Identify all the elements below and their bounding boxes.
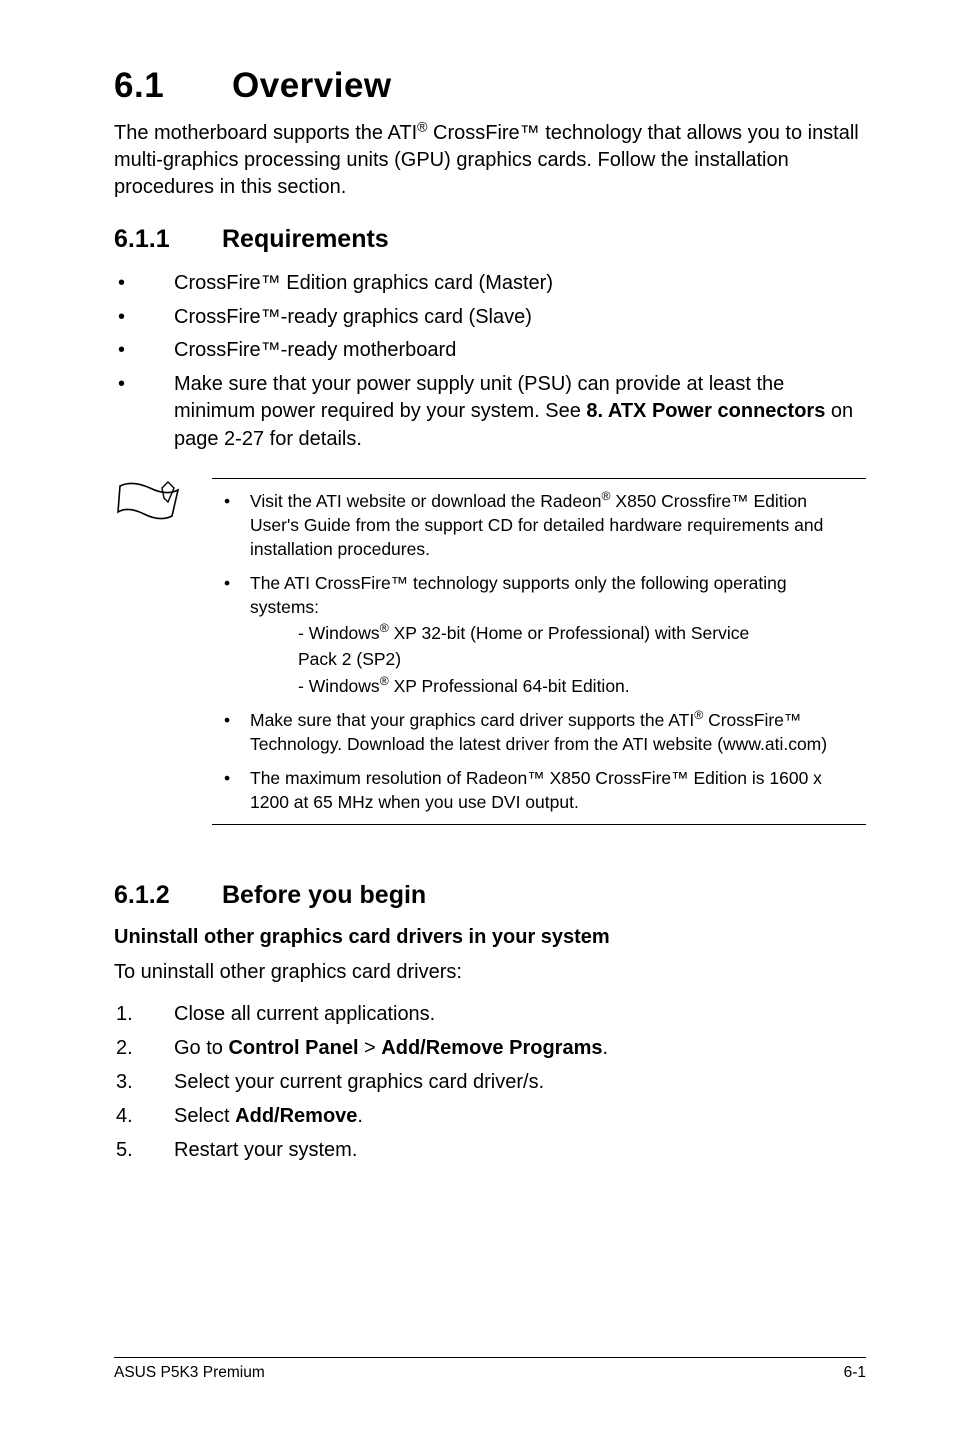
bold-text: Control Panel <box>228 1037 358 1059</box>
subsection-number: 6.1.2 <box>114 881 222 910</box>
intro-pre: The motherboard supports the ATI <box>114 122 417 144</box>
registered-mark: ® <box>417 118 427 134</box>
registered-mark: ® <box>602 489 611 503</box>
registered-mark: ® <box>694 708 703 722</box>
note-list: Visit the ATI website or download the Ra… <box>212 489 860 815</box>
subsection-title: Requirements <box>222 225 389 253</box>
page: 6.1Overview The motherboard supports the… <box>0 0 954 1438</box>
step-item: Go to Control Panel > Add/Remove Program… <box>114 1034 866 1062</box>
section-title: Overview <box>232 66 392 105</box>
note-subitem: Pack 2 (SP2) <box>250 647 860 671</box>
registered-mark: ® <box>380 621 389 635</box>
step-item: Select your current graphics card driver… <box>114 1068 866 1096</box>
note-text: Pack 2 (SP2) <box>298 649 401 669</box>
steps-list: Close all current applications. Go to Co… <box>114 1000 866 1164</box>
step-text: . <box>357 1105 363 1127</box>
requirements-list: CrossFire™ Edition graphics card (Master… <box>114 270 866 454</box>
note-item: Make sure that your graphics card driver… <box>212 708 860 756</box>
sub-subheading: Uninstall other graphics card drivers in… <box>114 926 866 949</box>
list-item: CrossFire™-ready motherboard <box>114 337 866 365</box>
subsection-heading: 6.1.1Requirements <box>114 225 866 254</box>
list-item: CrossFire™ Edition graphics card (Master… <box>114 270 866 298</box>
step-text: . <box>602 1037 608 1059</box>
intro-paragraph: The motherboard supports the ATI® CrossF… <box>114 120 866 201</box>
note-item: Visit the ATI website or download the Ra… <box>212 489 860 561</box>
note-item: The maximum resolution of Radeon™ X850 C… <box>212 766 860 814</box>
registered-mark: ® <box>380 674 389 688</box>
footer-right: 6-1 <box>844 1364 866 1382</box>
list-item: Make sure that your power supply unit (P… <box>114 371 866 454</box>
note-text: Make sure that your graphics card driver… <box>250 710 694 730</box>
step-item: Restart your system. <box>114 1136 866 1164</box>
list-item: CrossFire™-ready graphics card (Slave) <box>114 304 866 332</box>
page-title: 6.1Overview <box>114 66 866 106</box>
note-icon <box>114 478 184 524</box>
bold-ref: 8. ATX Power connectors <box>586 400 825 422</box>
note-text: The ATI CrossFire™ technology supports o… <box>250 573 787 617</box>
lead-text: To uninstall other graphics card drivers… <box>114 959 866 986</box>
list-text: CrossFire™-ready graphics card (Slave) <box>174 306 532 328</box>
note-text: XP Professional 64-bit Edition. <box>389 676 630 696</box>
note-text: - Windows <box>298 676 380 696</box>
subsection-title: Before you begin <box>222 881 426 909</box>
step-text: Restart your system. <box>174 1139 357 1161</box>
note-text: Visit the ATI website or download the Ra… <box>250 491 602 511</box>
step-text: Select your current graphics card driver… <box>174 1071 544 1093</box>
note-text: - Windows <box>298 623 380 643</box>
step-item: Close all current applications. <box>114 1000 866 1028</box>
step-item: Select Add/Remove. <box>114 1102 866 1130</box>
note-item: The ATI CrossFire™ technology supports o… <box>212 571 860 698</box>
note-text: XP 32-bit (Home or Professional) with Se… <box>389 623 750 643</box>
note-callout: Visit the ATI website or download the Ra… <box>114 478 866 826</box>
step-text: > <box>359 1037 382 1059</box>
note-subitem: - Windows® XP 32-bit (Home or Profession… <box>250 621 860 645</box>
bold-text: Add/Remove <box>235 1105 357 1127</box>
list-text: CrossFire™-ready motherboard <box>174 339 456 361</box>
note-subitem: - Windows® XP Professional 64-bit Editio… <box>250 674 860 698</box>
step-text: Select <box>174 1105 235 1127</box>
bold-text: Add/Remove Programs <box>381 1037 602 1059</box>
step-text: Go to <box>174 1037 228 1059</box>
footer-left: ASUS P5K3 Premium <box>114 1364 265 1382</box>
list-text: CrossFire™ Edition graphics card (Master… <box>174 272 553 294</box>
note-text: The maximum resolution of Radeon™ X850 C… <box>250 768 822 812</box>
step-text: Close all current applications. <box>174 1003 435 1025</box>
section-number: 6.1 <box>114 66 232 106</box>
subsection-heading: 6.1.2Before you begin <box>114 881 866 910</box>
note-content: Visit the ATI website or download the Ra… <box>212 478 866 826</box>
subsection-number: 6.1.1 <box>114 225 222 254</box>
page-footer: ASUS P5K3 Premium 6-1 <box>114 1357 866 1382</box>
